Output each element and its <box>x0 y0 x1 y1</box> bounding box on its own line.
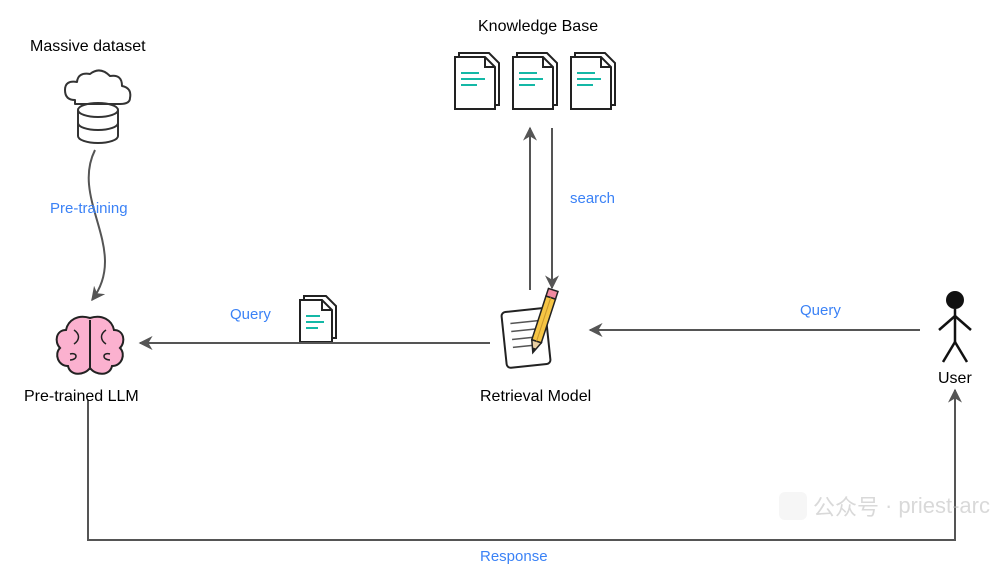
watermark: 公众号 · priest-arc <box>779 490 990 522</box>
watermark-prefix: 公众号 <box>813 490 879 522</box>
notepad-pencil-icon <box>501 288 558 368</box>
person-icon <box>939 291 971 362</box>
documents-stack-icon <box>455 53 615 109</box>
edge-pretraining <box>89 150 105 300</box>
document-icon <box>300 296 336 342</box>
cloud-database-icon <box>65 70 130 143</box>
massive-dataset-title: Massive dataset <box>30 38 146 56</box>
edge-label-response: Response <box>480 548 548 565</box>
edge-label-pretraining: Pre-training <box>50 200 128 217</box>
retrieval-model-title: Retrieval Model <box>480 388 591 406</box>
edge-label-search: search <box>570 190 615 207</box>
brain-icon <box>57 317 124 374</box>
wechat-icon <box>779 492 807 520</box>
watermark-sep: · <box>885 493 892 519</box>
pretrained-llm-title: Pre-trained LLM <box>24 388 139 406</box>
watermark-name: priest-arc <box>898 493 990 519</box>
edge-label-query-user-rm: Query <box>800 302 841 319</box>
user-title: User <box>938 370 972 388</box>
edge-label-query-rm-llm: Query <box>230 306 271 323</box>
knowledge-base-title: Knowledge Base <box>478 18 598 36</box>
diagram-canvas <box>0 0 1000 582</box>
edge-response <box>88 390 955 540</box>
